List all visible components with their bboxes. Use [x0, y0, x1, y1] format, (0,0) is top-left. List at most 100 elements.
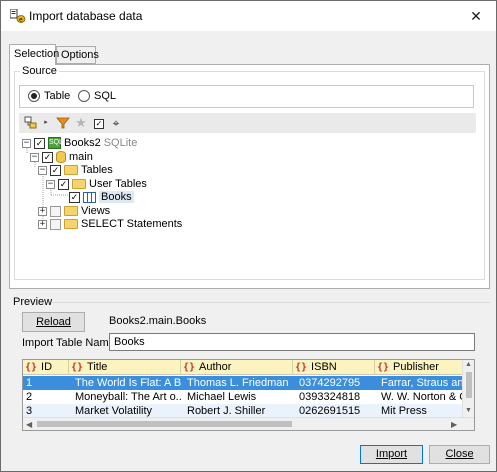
close-button-label: Close [445, 448, 474, 460]
expand-icon[interactable]: + [38, 206, 47, 216]
close-icon: ✕ [470, 8, 482, 24]
tree-node-books2[interactable]: − ✓ SQL Books2 SQLite [22, 136, 137, 150]
scroll-left-icon[interactable]: ◀ [26, 420, 32, 429]
tree-node-user-tables[interactable]: − ✓ User Tables [46, 177, 147, 191]
radio-sql-indicator[interactable] [78, 90, 90, 102]
column-header-label: Publisher [393, 361, 439, 373]
cell-id: 3 [26, 405, 33, 417]
column-header-publisher[interactable]: {} Publisher [375, 360, 463, 375]
collapse-icon[interactable]: − [38, 165, 47, 175]
table-row[interactable]: 2 Moneyball: The Art o... Michael Lewis … [23, 390, 463, 404]
tree-node-label: main [69, 151, 93, 163]
database-app-icon: e [10, 9, 26, 23]
tree-checkbox-books2[interactable]: ✓ [34, 137, 45, 149]
tree-node-label: User Tables [89, 178, 147, 190]
dropdown-arrow-icon[interactable]: ▸ [39, 116, 53, 130]
column-icon: {} [25, 362, 38, 373]
check-icon[interactable]: ✓ [92, 116, 106, 130]
table-row[interactable]: 3 Market Volatility Robert J. Shiller 02… [23, 404, 463, 418]
tree-checkbox-views[interactable] [50, 205, 61, 217]
cell-author: Michael Lewis [187, 391, 257, 403]
cell-title: Moneyball: The Art o... [75, 391, 181, 403]
radio-sql[interactable]: SQL [78, 90, 116, 102]
collapse-icon[interactable]: − [22, 138, 31, 148]
expand-icon[interactable]: + [38, 219, 47, 229]
column-header-label: ID [41, 361, 53, 373]
table-icon [83, 191, 96, 203]
tree-checkbox-books[interactable]: ✓ [69, 191, 80, 203]
column-header-label: Title [87, 361, 108, 373]
radio-table-indicator[interactable] [28, 90, 40, 102]
tab-selection[interactable]: Selection [9, 44, 59, 65]
cell-publisher: W. W. Norton & C [381, 391, 463, 403]
favorite-icon[interactable]: ★ [74, 116, 88, 130]
preview-grid: {} ID {} Title {} Author {} ISBN {} Publisher… [22, 359, 475, 431]
preview-label: Preview [13, 296, 53, 308]
tree-node-label: Tables [81, 164, 113, 176]
cell-title: The World Is Flat: A B... [75, 377, 181, 389]
cell-author: Robert J. Shiller [187, 405, 266, 417]
column-header-label: ISBN [311, 361, 337, 373]
import-database-dialog: e Import database data ✕ Selection Optio… [0, 0, 497, 472]
radio-table[interactable]: Table [28, 90, 70, 102]
tree-node-main[interactable]: − ✓ main [30, 150, 93, 164]
add-object-icon[interactable] [24, 116, 38, 130]
database-tree: − ✓ SQL Books2 SQLite − ✓ main − ✓ Table… [19, 134, 476, 274]
column-header-label: Author [199, 361, 232, 373]
column-header-author[interactable]: {} Author [181, 360, 293, 375]
tree-node-label: Books [99, 191, 134, 203]
title-bar: e Import database data ✕ [1, 1, 496, 31]
preview-path: Books2.main.Books [109, 315, 207, 327]
grid-horizontal-scrollbar[interactable]: ◀ ▶ [23, 417, 474, 430]
window-title: Import database data [29, 9, 143, 23]
tree-node-label: Books2 [64, 137, 101, 149]
tree-checkbox-tables[interactable]: ✓ [50, 164, 61, 176]
tree-node-books[interactable]: ✓ Books [69, 190, 134, 204]
cell-author: Thomas L. Friedman [187, 377, 289, 389]
cell-isbn: 0374292795 [299, 377, 361, 389]
reload-button-label: Reload [36, 316, 71, 328]
column-header-isbn[interactable]: {} ISBN [293, 360, 375, 375]
tree-node-views[interactable]: + Views [38, 204, 110, 218]
tree-toolbar: ▸ ★ ✓ ⌖ [19, 113, 476, 133]
tab-options[interactable]: Options [56, 46, 99, 64]
column-icon: {} [183, 362, 196, 373]
radio-sql-label: SQL [94, 90, 117, 102]
column-header-id[interactable]: {} ID [23, 360, 69, 375]
table-row[interactable]: 1 The World Is Flat: A B... Thomas L. Fr… [23, 376, 463, 390]
close-button[interactable]: Close [429, 445, 490, 464]
svg-text:e: e [19, 17, 23, 24]
collapse-icon[interactable]: − [46, 179, 55, 189]
folder-icon [64, 206, 78, 216]
scroll-down-icon[interactable]: ▼ [465, 407, 472, 414]
import-table-name-input[interactable] [109, 333, 475, 351]
folder-icon [72, 179, 86, 189]
import-table-name-label: Import Table Name: [22, 337, 118, 349]
tree-checkbox-select-statements[interactable] [50, 218, 61, 230]
vertical-scroll-thumb[interactable] [466, 372, 472, 398]
tree-checkbox-user-tables[interactable]: ✓ [58, 178, 69, 190]
grid-vertical-scrollbar[interactable]: ▲ ▼ [462, 360, 474, 418]
import-button[interactable]: Import [360, 445, 423, 464]
filter-icon[interactable] [56, 116, 70, 130]
import-button-label: Import [375, 448, 408, 460]
collapse-icon[interactable]: − [30, 152, 39, 162]
window-close-button[interactable]: ✕ [456, 1, 496, 31]
locate-icon[interactable]: ⌖ [109, 116, 123, 130]
tree-node-tables[interactable]: − ✓ Tables [38, 163, 113, 177]
tree-node-suffix: SQLite [103, 137, 138, 149]
preview-divider [51, 302, 490, 303]
tree-node-label: SELECT Statements [81, 218, 183, 230]
scroll-up-icon[interactable]: ▲ [465, 361, 472, 368]
reload-button[interactable]: Reload [22, 312, 85, 332]
column-icon: {} [71, 362, 84, 373]
cell-isbn: 0393324818 [299, 391, 361, 403]
column-header-title[interactable]: {} Title [69, 360, 181, 375]
cell-title: Market Volatility [75, 405, 153, 417]
folder-icon [64, 219, 78, 229]
horizontal-scroll-thumb[interactable] [37, 421, 292, 427]
tree-checkbox-main[interactable]: ✓ [42, 151, 53, 163]
tree-node-select-statements[interactable]: + SELECT Statements [38, 217, 182, 231]
cell-id: 1 [26, 377, 33, 389]
scroll-right-icon[interactable]: ▶ [451, 420, 457, 429]
